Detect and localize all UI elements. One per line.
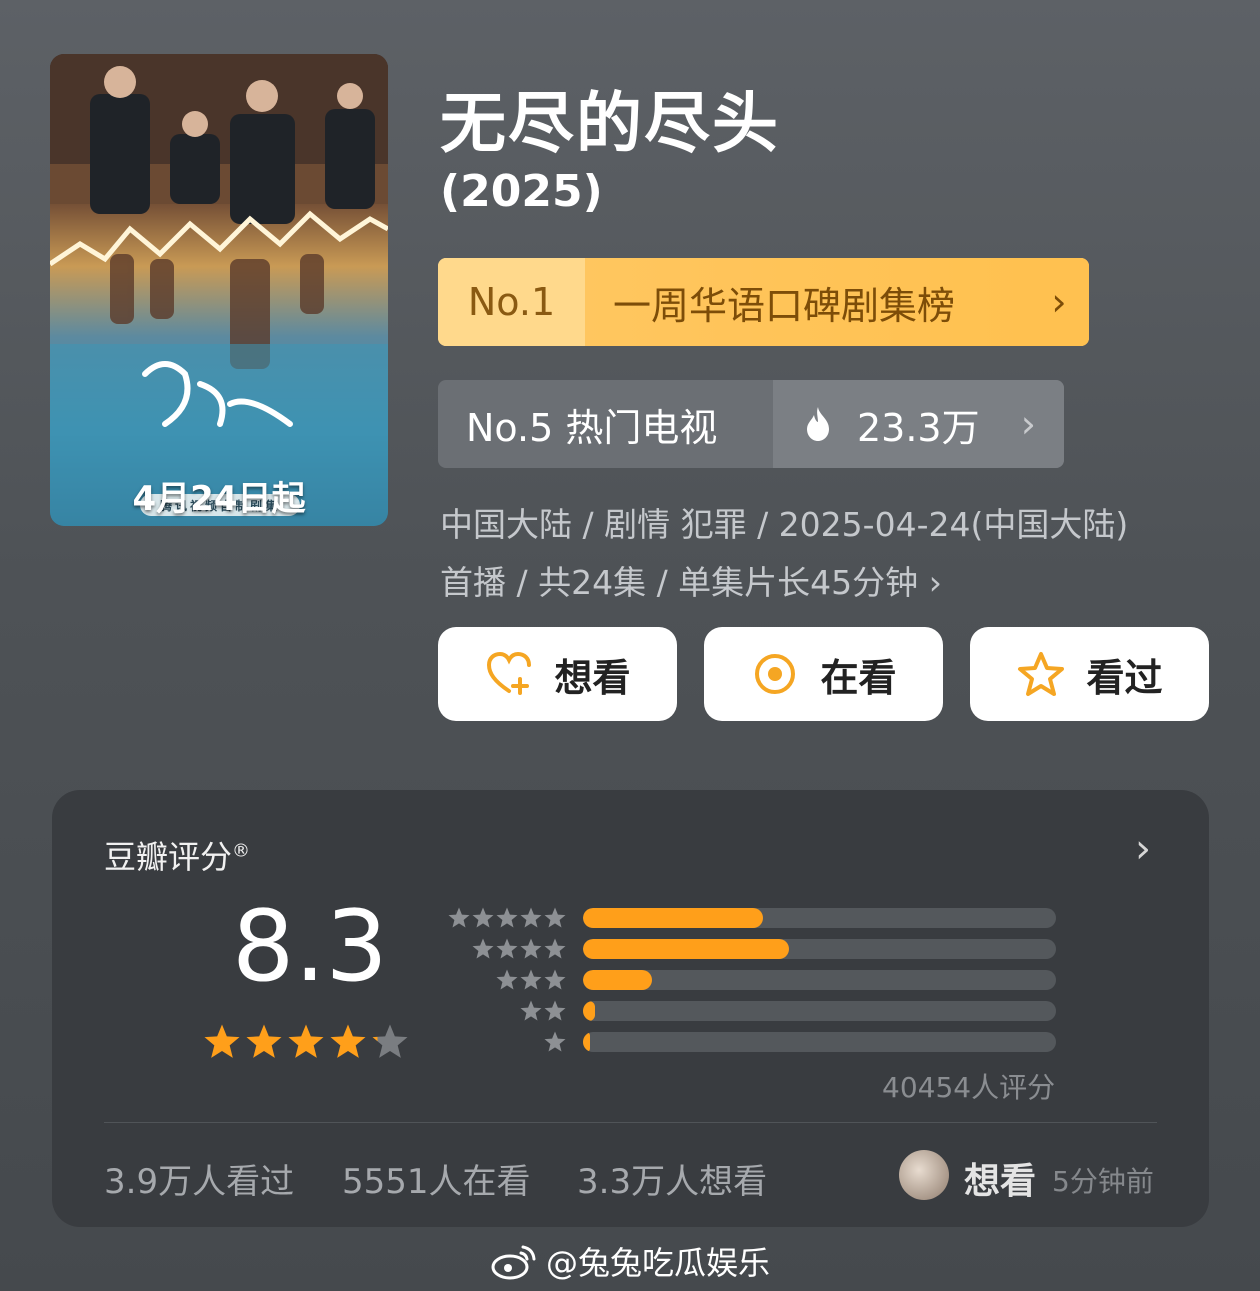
rating-bar-track: [583, 938, 1056, 959]
page-title: 无尽的尽头: [440, 85, 780, 162]
star-icon: [288, 1024, 324, 1058]
rating-bar-fill: [583, 1031, 591, 1052]
star-icon: [544, 1000, 566, 1020]
poster-date: 4月24日起: [132, 478, 306, 519]
watching-count: 5551人在看: [342, 1162, 531, 1202]
watermark: @兔兔吃瓜娱乐: [490, 1238, 770, 1284]
star-icon: [544, 969, 566, 989]
rank-number: No.1: [438, 258, 585, 346]
rating-row-4-star: [447, 933, 1056, 964]
star-icon: [472, 907, 494, 927]
rating-bar-track: [583, 1031, 1056, 1052]
star-icon: [496, 938, 518, 958]
row-stars: [447, 906, 567, 930]
rating-distribution: [447, 902, 1056, 1057]
want-count: 3.3万人想看: [577, 1162, 768, 1202]
star-icon: [204, 1024, 240, 1058]
rating-bar-fill: [583, 1000, 595, 1021]
rating-count: 40454人评分: [882, 1071, 1056, 1104]
chevron-right-icon: ›: [1029, 258, 1089, 346]
star-icon: [544, 907, 566, 927]
heat-value: 23.3万: [857, 405, 980, 450]
rating-bar-track: [583, 1000, 1056, 1021]
rating-bar-track: [583, 969, 1056, 990]
watched-count: 3.9万人看过: [104, 1162, 295, 1202]
rating-row-1-star: [447, 1026, 1056, 1057]
show-meta[interactable]: 中国大陆 / 剧情 犯罪 / 2025-04-24(中国大陆) 首播 / 共24…: [440, 496, 1220, 612]
rating-score: 8.3: [232, 890, 388, 1004]
meta-line-2: 首播 / 共24集 / 单集片长45分钟 ›: [440, 563, 942, 602]
rating-title: 豆瓣评分®: [104, 838, 251, 876]
star-outline-icon: [1018, 652, 1065, 696]
star-icon: [520, 907, 542, 927]
star-icon: [520, 938, 542, 958]
rating-card[interactable]: 豆瓣评分® › 8.3 40454人评分 3.9万人看过 5551人在看 3.3…: [52, 790, 1209, 1227]
want-to-watch-label: 想看: [554, 655, 631, 700]
release-year: (2025): [440, 166, 603, 217]
avatar[interactable]: [899, 1150, 949, 1200]
rating-row-3-star: [447, 964, 1056, 995]
rating-row-5-star: [447, 902, 1056, 933]
watched-button[interactable]: 看过: [970, 627, 1209, 721]
rating-row-2-star: [447, 995, 1056, 1026]
rating-bar-track: [583, 907, 1056, 928]
rank-label: 一周华语口碑剧集榜: [585, 258, 1029, 346]
row-stars: [447, 937, 567, 961]
heart-plus-icon: [487, 651, 532, 695]
meta-line-1: 中国大陆 / 剧情 犯罪 / 2025-04-24(中国大陆): [440, 505, 1129, 544]
watched-label: 看过: [1086, 655, 1163, 700]
heat-section: 23.3万 ›: [773, 380, 1064, 468]
star-icon: [472, 938, 494, 958]
rank-badge-hot[interactable]: No.5 热门电视 23.3万 ›: [438, 380, 1064, 468]
rating-bar-fill: [583, 938, 789, 959]
chevron-right-icon: ›: [1020, 402, 1036, 446]
rating-stars: [202, 1022, 410, 1062]
star-icon: [330, 1024, 366, 1058]
row-stars: [447, 999, 567, 1023]
target-icon: [755, 654, 796, 694]
hot-rank-label: No.5 热门电视: [466, 405, 718, 450]
star-icon: [496, 969, 518, 989]
chevron-right-icon[interactable]: ›: [1135, 826, 1151, 872]
activity-action: 想看: [964, 1161, 1037, 1202]
divider: [104, 1122, 1157, 1123]
star-icon: [520, 969, 542, 989]
star-icon: [246, 1024, 282, 1058]
star-icon: [544, 938, 566, 958]
poster-image[interactable]: 腾讯视频自制剧集 4月24日起: [50, 54, 388, 526]
watching-button[interactable]: 在看: [704, 627, 943, 721]
star-icon: [448, 907, 470, 927]
watching-label: 在看: [820, 655, 897, 700]
row-stars: [447, 1030, 567, 1054]
rating-bar-fill: [583, 969, 652, 990]
fire-icon: [807, 407, 829, 441]
star-icon: [544, 1031, 566, 1051]
weibo-logo-icon: [491, 1245, 536, 1280]
star-icon: [520, 1000, 542, 1020]
want-to-watch-button[interactable]: 想看: [438, 627, 677, 721]
star-icon: [496, 907, 518, 927]
star-icon: [372, 1024, 408, 1058]
chevron-right-icon: ›: [928, 563, 942, 602]
rank-badge-weekly[interactable]: No.1 一周华语口碑剧集榜 ›: [438, 258, 1089, 346]
row-stars: [447, 968, 567, 992]
activity-time: 5分钟前: [1052, 1165, 1154, 1198]
rating-bar-fill: [583, 907, 763, 928]
